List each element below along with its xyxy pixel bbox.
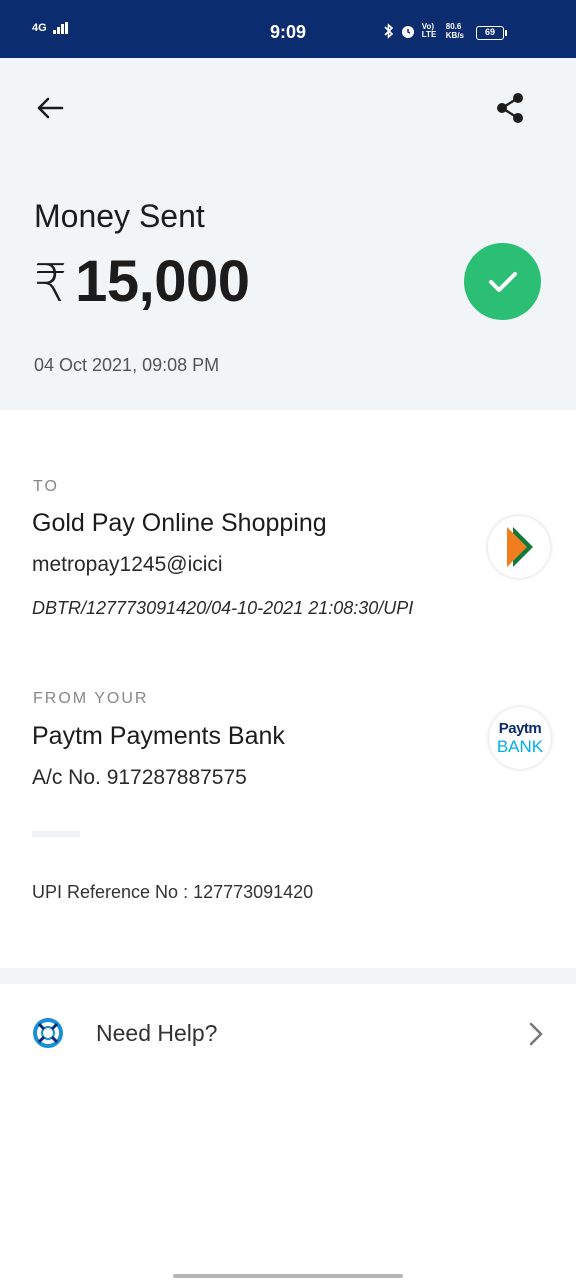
transaction-ref-line: DBTR/127773091420/04-10-2021 21:08:30/UP…	[32, 598, 414, 618]
chevron-right-icon	[529, 1022, 543, 1046]
status-bar: 4G 9:09 Vo) LTE 80.6 KB/s 69	[0, 0, 576, 58]
account-number: A/c No. 917287887575	[32, 766, 247, 789]
upi-logo-icon	[507, 527, 533, 567]
arrow-left-icon	[37, 97, 64, 119]
lte-indicator: Vo) LTE	[421, 22, 437, 39]
amount-value: 15,000	[75, 249, 250, 314]
page-title: Money Sent	[34, 198, 205, 234]
back-button[interactable]	[28, 86, 72, 130]
paytm-bank-logo: Paytm BANK	[489, 707, 551, 769]
to-label: TO	[33, 478, 59, 495]
status-right: Vo) LTE 80.6 KB/s	[384, 22, 464, 40]
upi-logo	[488, 516, 550, 578]
share-button[interactable]	[488, 86, 532, 130]
from-label: FROM YOUR	[33, 690, 149, 707]
share-icon	[497, 93, 523, 123]
net-speed: 80.6 KB/s	[445, 22, 464, 40]
check-icon	[488, 271, 517, 292]
need-help-label: Need Help?	[96, 1020, 218, 1046]
success-badge	[464, 243, 541, 320]
section-divider	[0, 968, 576, 984]
alarm-icon	[401, 26, 414, 38]
transaction-date: 04 Oct 2021, 09:08 PM	[34, 355, 220, 375]
home-indicator[interactable]	[173, 1274, 403, 1278]
lifebuoy-icon	[33, 1018, 63, 1048]
payee-upi-id: metropay1245@icici	[32, 553, 223, 576]
upi-reference: UPI Reference No : 127773091420	[32, 882, 314, 902]
bluetooth-icon	[384, 23, 393, 39]
paytm-logo-text: Paytm	[498, 720, 542, 737]
need-help-row[interactable]: Need Help?	[0, 984, 576, 1084]
divider	[32, 831, 80, 837]
amount-row: ₹ 15,000	[34, 248, 250, 315]
payee-name: Gold Pay Online Shopping	[32, 509, 327, 537]
currency-symbol: ₹	[34, 255, 68, 313]
payment-summary: Money Sent ₹ 15,000 04 Oct 2021, 09:08 P…	[0, 58, 576, 410]
battery-indicator: 69	[476, 26, 507, 40]
bank-name: Paytm Payments Bank	[32, 722, 285, 750]
bank-logo-text: BANK	[496, 737, 544, 756]
